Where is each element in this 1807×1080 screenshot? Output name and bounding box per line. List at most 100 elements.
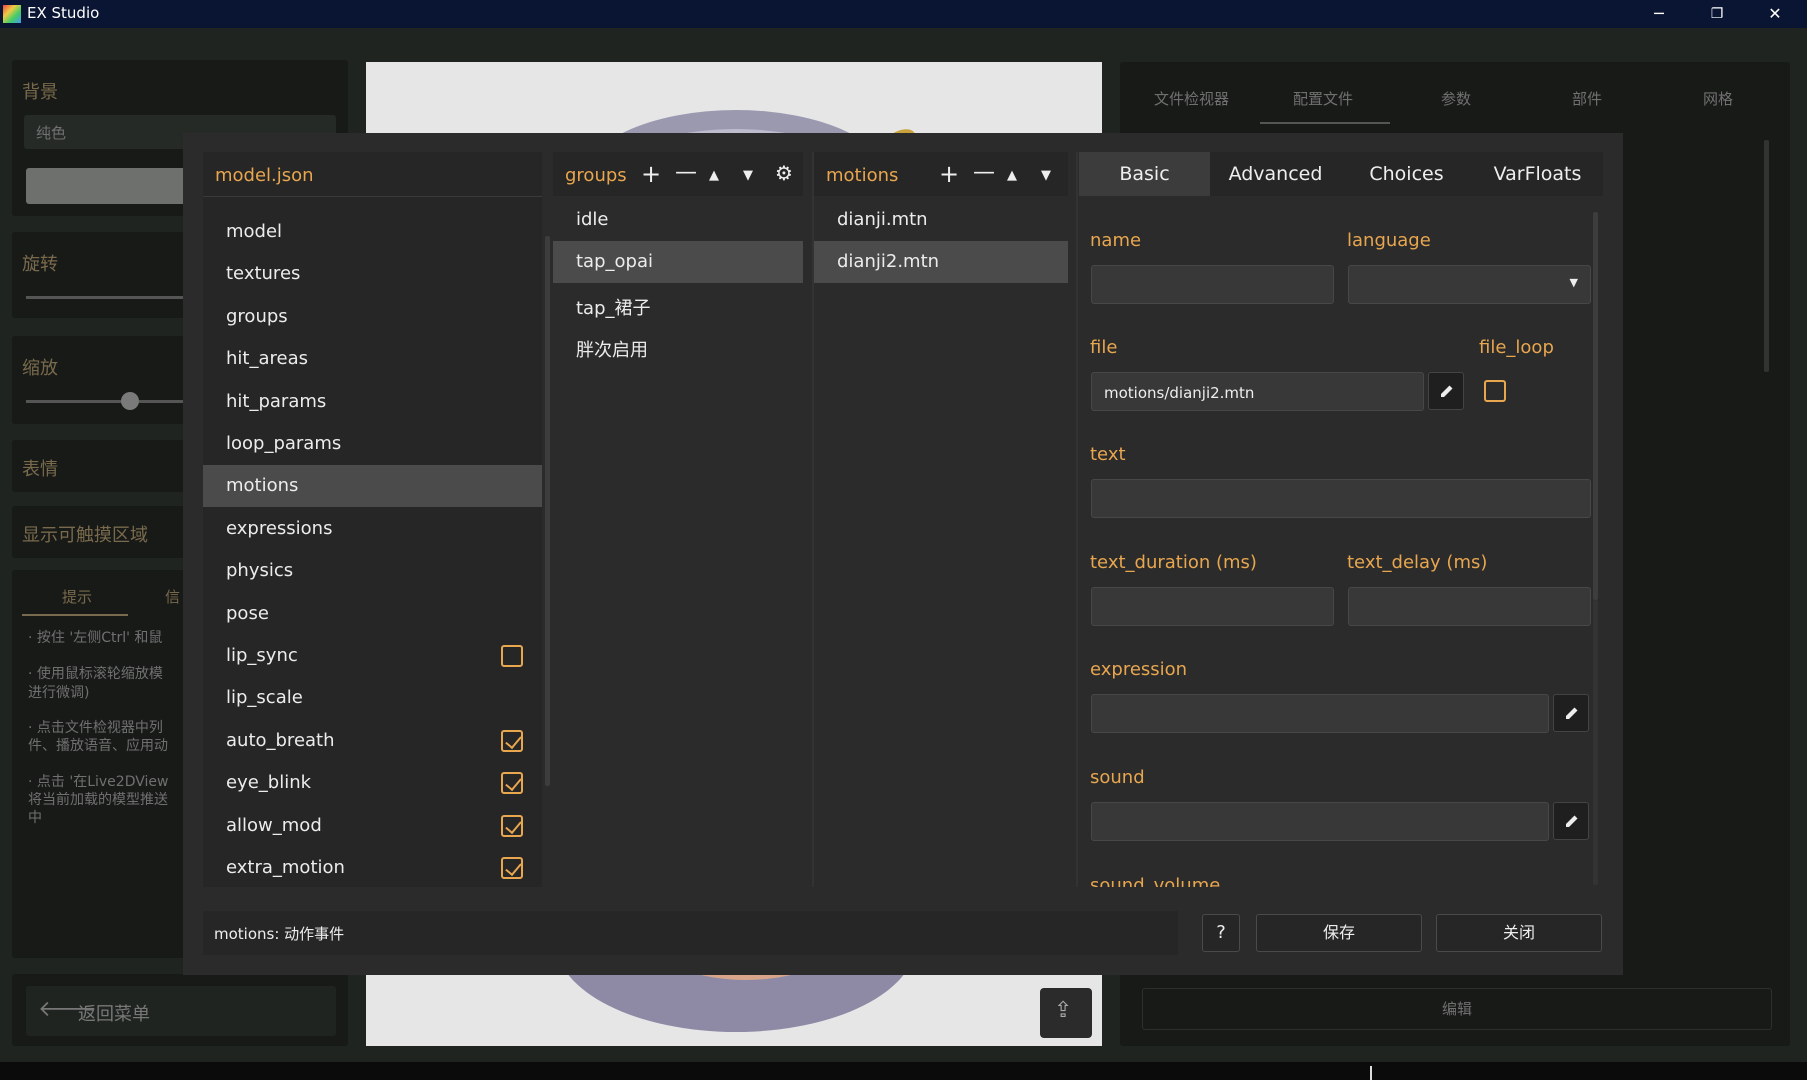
tab-basic[interactable]: Basic — [1079, 152, 1210, 196]
scale-slider-handle[interactable] — [121, 392, 139, 410]
tree-item-allow-mod[interactable]: allow_mod — [203, 805, 542, 847]
tree-item-model[interactable]: model — [203, 211, 542, 253]
groups-header: groups + — ▲ ▼ ⚙ — [553, 152, 803, 196]
file-input[interactable]: motions/dianji2.mtn — [1091, 372, 1424, 411]
edit-file-button[interactable] — [1428, 372, 1464, 410]
tree-scrollbar[interactable] — [545, 236, 550, 786]
tree-item-motions[interactable]: motions — [203, 465, 542, 508]
tab-varfloats[interactable]: VarFloats — [1472, 152, 1603, 196]
tree-item-eye-blink[interactable]: eye_blink — [203, 762, 542, 804]
sound-volume-clip: sound_volume — [1079, 872, 1591, 887]
maximize-button[interactable]: ❐ — [1688, 0, 1746, 28]
tree-item-auto-breath[interactable]: auto_breath — [203, 720, 542, 762]
move-up-motion-icon[interactable]: ▲ — [1007, 166, 1017, 186]
tree-item-physics[interactable]: physics — [203, 550, 542, 592]
move-down-group-icon[interactable]: ▼ — [743, 166, 753, 186]
group-item-label: idle — [576, 209, 609, 230]
tree-item-expressions[interactable]: expressions — [203, 508, 542, 550]
export-button[interactable]: ⇪ — [1040, 988, 1092, 1038]
extra-motion-checkbox[interactable] — [501, 857, 523, 879]
bottom-bar — [0, 1062, 1807, 1080]
tree-item-hit-params[interactable]: hit_params — [203, 381, 542, 423]
tips-tab[interactable]: 提示 — [62, 586, 92, 607]
tab-parts[interactable]: 部件 — [1572, 88, 1602, 109]
column-divider — [1076, 152, 1078, 887]
name-input[interactable] — [1091, 265, 1334, 304]
lip-sync-checkbox[interactable] — [501, 645, 523, 667]
add-motion-icon[interactable]: + — [939, 162, 959, 186]
eye-blink-checkbox[interactable] — [501, 772, 523, 795]
motion-item[interactable]: dianji2.mtn — [814, 241, 1068, 284]
tree-item-label: extra_motion — [226, 857, 345, 878]
group-item[interactable]: tap_裙子 — [553, 284, 803, 326]
move-up-group-icon[interactable]: ▲ — [709, 166, 719, 186]
window-title: EX Studio — [27, 4, 100, 22]
tree-item-lip-sync[interactable]: lip_sync — [203, 635, 542, 677]
upload-icon: ⇪ — [1054, 998, 1073, 1023]
pencil-icon — [1566, 707, 1578, 719]
close-button[interactable]: 关闭 — [1436, 914, 1602, 952]
form-scrollbar[interactable] — [1593, 212, 1598, 600]
auto-breath-checkbox[interactable] — [501, 729, 523, 752]
tab-file-inspector[interactable]: 文件检视器 — [1154, 88, 1229, 109]
info-tab[interactable]: 信 — [165, 586, 180, 607]
scale-slider[interactable] — [26, 400, 186, 403]
allow-mod-checkbox[interactable] — [501, 814, 523, 837]
tips-tab-underline — [22, 614, 128, 616]
color-button[interactable] — [26, 168, 186, 204]
tab-choices[interactable]: Choices — [1341, 152, 1472, 196]
name-label: name — [1090, 230, 1142, 251]
remove-group-icon[interactable]: — — [675, 162, 697, 184]
add-group-icon[interactable]: + — [641, 162, 661, 186]
tip-line: 中 — [28, 810, 42, 826]
tree-item-lip-scale[interactable]: lip_scale — [203, 677, 542, 719]
tree-item-label: physics — [226, 560, 294, 582]
back-to-menu-button[interactable]: 🡐 返回菜单 — [26, 986, 336, 1036]
tab-config-file[interactable]: 配置文件 — [1293, 88, 1353, 109]
edit-button[interactable]: 编辑 — [1142, 988, 1772, 1030]
rotate-slider[interactable] — [26, 296, 186, 299]
tip-line: · 使用鼠标滚轮缩放模 — [28, 666, 163, 682]
tree-item-extra-motion[interactable]: extra_motion — [203, 847, 542, 889]
sound-input[interactable] — [1091, 802, 1549, 841]
tab-params[interactable]: 参数 — [1441, 88, 1471, 109]
edit-expression-button[interactable] — [1553, 694, 1589, 732]
motion-item-label: dianji.mtn — [837, 209, 928, 230]
motions-header: motions + — ▲ ▼ — [814, 152, 1068, 196]
tree-item-hit-areas[interactable]: hit_areas — [203, 338, 542, 380]
app-icon — [3, 5, 21, 23]
move-down-motion-icon[interactable]: ▼ — [1041, 166, 1051, 186]
config-tab-underline — [1260, 122, 1390, 124]
group-item[interactable]: tap_opai — [553, 241, 803, 284]
save-button[interactable]: 保存 — [1256, 914, 1422, 952]
minimize-button[interactable]: ─ — [1630, 0, 1688, 28]
text-input[interactable] — [1091, 479, 1591, 518]
right-scrollbar[interactable] — [1764, 140, 1769, 372]
remove-motion-icon[interactable]: — — [973, 162, 995, 184]
pencil-icon — [1566, 815, 1578, 827]
gear-icon[interactable]: ⚙ — [775, 163, 793, 183]
tree-item-loop-params[interactable]: loop_params — [203, 423, 542, 465]
sound-label: sound — [1090, 767, 1145, 788]
file-loop-checkbox[interactable] — [1484, 380, 1506, 402]
help-button[interactable]: ? — [1202, 914, 1240, 952]
group-item[interactable]: idle — [553, 199, 803, 241]
edit-sound-button[interactable] — [1553, 802, 1589, 840]
tree-item-pose[interactable]: pose — [203, 593, 542, 635]
text-duration-input[interactable] — [1091, 587, 1334, 626]
tree-item-groups[interactable]: groups — [203, 296, 542, 338]
tree-item-textures[interactable]: textures — [203, 253, 542, 295]
language-select[interactable]: ▼ — [1348, 265, 1591, 304]
group-item[interactable]: 胖次启用 — [553, 326, 803, 368]
motion-item[interactable]: dianji.mtn — [814, 199, 1068, 241]
tab-mesh[interactable]: 网格 — [1703, 88, 1733, 109]
expression-input[interactable] — [1091, 694, 1549, 733]
tab-advanced[interactable]: Advanced — [1210, 152, 1341, 196]
group-item-label: tap_opai — [576, 251, 653, 273]
tree-item-label: allow_mod — [226, 814, 322, 836]
group-item-label: 胖次启用 — [576, 340, 648, 362]
pencil-icon — [1441, 385, 1453, 397]
text-delay-input[interactable] — [1348, 587, 1591, 626]
close-window-button[interactable]: ✕ — [1746, 0, 1804, 28]
sound-volume-label: sound_volume — [1090, 875, 1221, 887]
